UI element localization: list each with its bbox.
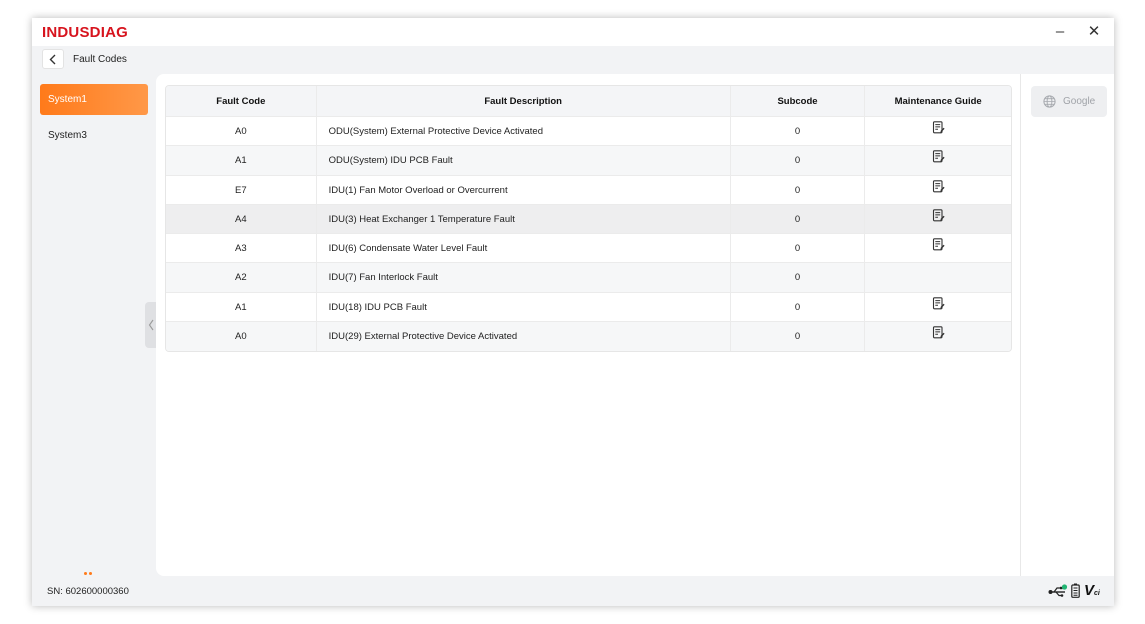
- subcode-cell: 0: [731, 117, 866, 146]
- maintenance-guide-icon[interactable]: [932, 234, 945, 262]
- fault-description-cell: IDU(3) Heat Exchanger 1 Temperature Faul…: [317, 204, 731, 234]
- column-header-fault-description: Fault Description: [317, 86, 731, 116]
- status-icons: Vci: [1048, 582, 1108, 600]
- app-window: INDUSDIAG – ✕ Fault Codes System1 System…: [32, 18, 1114, 606]
- subcode-cell: 0: [731, 146, 866, 175]
- subcode-cell: 0: [731, 263, 866, 292]
- column-header-subcode: Subcode: [731, 86, 866, 116]
- title-bar: INDUSDIAG – ✕: [32, 18, 1114, 46]
- maintenance-guide-icon[interactable]: [932, 176, 945, 204]
- google-button-label: Google: [1063, 96, 1096, 107]
- fault-codes-table: Fault Code Fault Description Subcode Mai…: [165, 85, 1012, 353]
- fault-description-cell: IDU(1) Fan Motor Overload or Overcurrent: [317, 175, 731, 204]
- fault-code-cell: A2: [166, 263, 317, 292]
- maintenance-guide-cell: [865, 176, 1011, 204]
- page-title: Fault Codes: [73, 54, 127, 65]
- fault-code-cell: A1: [166, 146, 317, 175]
- back-button[interactable]: [42, 49, 64, 69]
- main-content: Fault Code Fault Description Subcode Mai…: [156, 74, 1020, 576]
- maintenance-guide-cell: [865, 263, 1011, 291]
- fault-code-cell: A1: [166, 292, 317, 322]
- table-row[interactable]: A0 ODU(System) External Protective Device…: [166, 117, 1011, 147]
- maintenance-guide-icon[interactable]: [932, 146, 945, 174]
- table-row[interactable]: A2 IDU(7) Fan Interlock Fault 0: [166, 263, 1011, 293]
- subcode-cell: 0: [731, 234, 866, 263]
- right-panel: Google: [1020, 74, 1114, 576]
- maintenance-guide-cell: [865, 117, 1011, 145]
- sidebar-item-system1[interactable]: System1: [40, 84, 148, 115]
- fault-description-cell: IDU(29) External Protective Device Activ…: [317, 322, 731, 352]
- table-row[interactable]: A1 ODU(System) IDU PCB Fault 0: [166, 146, 1011, 176]
- subcode-cell: 0: [731, 204, 866, 234]
- vci-label: V: [1084, 582, 1095, 599]
- fault-description-cell: IDU(6) Condensate Water Level Fault: [317, 234, 731, 263]
- sidebar-item-system3[interactable]: System3: [40, 120, 148, 151]
- fault-code-cell: E7: [166, 175, 317, 204]
- globe-icon: [1043, 95, 1056, 108]
- close-button[interactable]: ✕: [1083, 22, 1105, 42]
- chevron-left-icon: [49, 54, 56, 65]
- google-search-button[interactable]: Google: [1031, 86, 1107, 117]
- table-header: Fault Code Fault Description Subcode Mai…: [166, 86, 1011, 117]
- subcode-cell: 0: [731, 292, 866, 322]
- fault-code-cell: A3: [166, 234, 317, 263]
- maintenance-guide-cell: [865, 293, 1011, 321]
- maintenance-guide-icon[interactable]: [932, 205, 945, 233]
- maintenance-guide-cell: [865, 322, 1011, 351]
- table-row[interactable]: A4 IDU(3) Heat Exchanger 1 Temperature Fa…: [166, 204, 1011, 235]
- column-header-fault-code: Fault Code: [166, 86, 317, 116]
- sidebar: System1 System3: [32, 74, 156, 576]
- brand-logo: INDUSDIAG: [42, 24, 128, 41]
- minimize-button[interactable]: –: [1049, 22, 1071, 42]
- maintenance-guide-cell: [865, 205, 1011, 233]
- subcode-cell: 0: [731, 322, 866, 352]
- table-row[interactable]: A3 IDU(6) Condensate Water Level Fault 0: [166, 234, 1011, 264]
- fault-description-cell: ODU(System) IDU PCB Fault: [317, 146, 731, 175]
- table-row[interactable]: A1 IDU(18) IDU PCB Fault 0: [166, 292, 1011, 323]
- fault-description-cell: ODU(System) External Protective Device A…: [317, 117, 731, 146]
- usb-icon: [1048, 584, 1068, 597]
- page-header: Fault Codes: [32, 46, 1114, 74]
- table-row[interactable]: A0 IDU(29) External Protective Device Act…: [166, 322, 1011, 352]
- table-row[interactable]: E7 IDU(1) Fan Motor Overload or Overcurre…: [166, 175, 1011, 205]
- table-body: A0 ODU(System) External Protective Device…: [166, 117, 1011, 352]
- fault-description-cell: IDU(7) Fan Interlock Fault: [317, 263, 731, 292]
- maintenance-guide-icon[interactable]: [932, 293, 945, 321]
- status-bar: SN: 602600000360 Vci: [32, 576, 1114, 606]
- loading-dots: [84, 562, 96, 575]
- battery-icon: [1071, 583, 1080, 598]
- fault-code-cell: A4: [166, 204, 317, 234]
- chevron-left-icon: [148, 319, 154, 331]
- maintenance-guide-cell: [865, 146, 1011, 174]
- column-header-maintenance-guide: Maintenance Guide: [894, 96, 982, 107]
- sidebar-collapse-handle[interactable]: [145, 302, 156, 348]
- subcode-cell: 0: [731, 175, 866, 204]
- fault-code-cell: A0: [166, 117, 317, 146]
- maintenance-guide-cell: [865, 234, 1011, 262]
- fault-description-cell: IDU(18) IDU PCB Fault: [317, 292, 731, 322]
- maintenance-guide-icon[interactable]: [932, 322, 945, 351]
- maintenance-guide-icon[interactable]: [932, 117, 945, 145]
- serial-number: SN: 602600000360: [47, 586, 129, 597]
- fault-code-cell: A0: [166, 322, 317, 352]
- vci-icon: Vci: [1084, 582, 1100, 599]
